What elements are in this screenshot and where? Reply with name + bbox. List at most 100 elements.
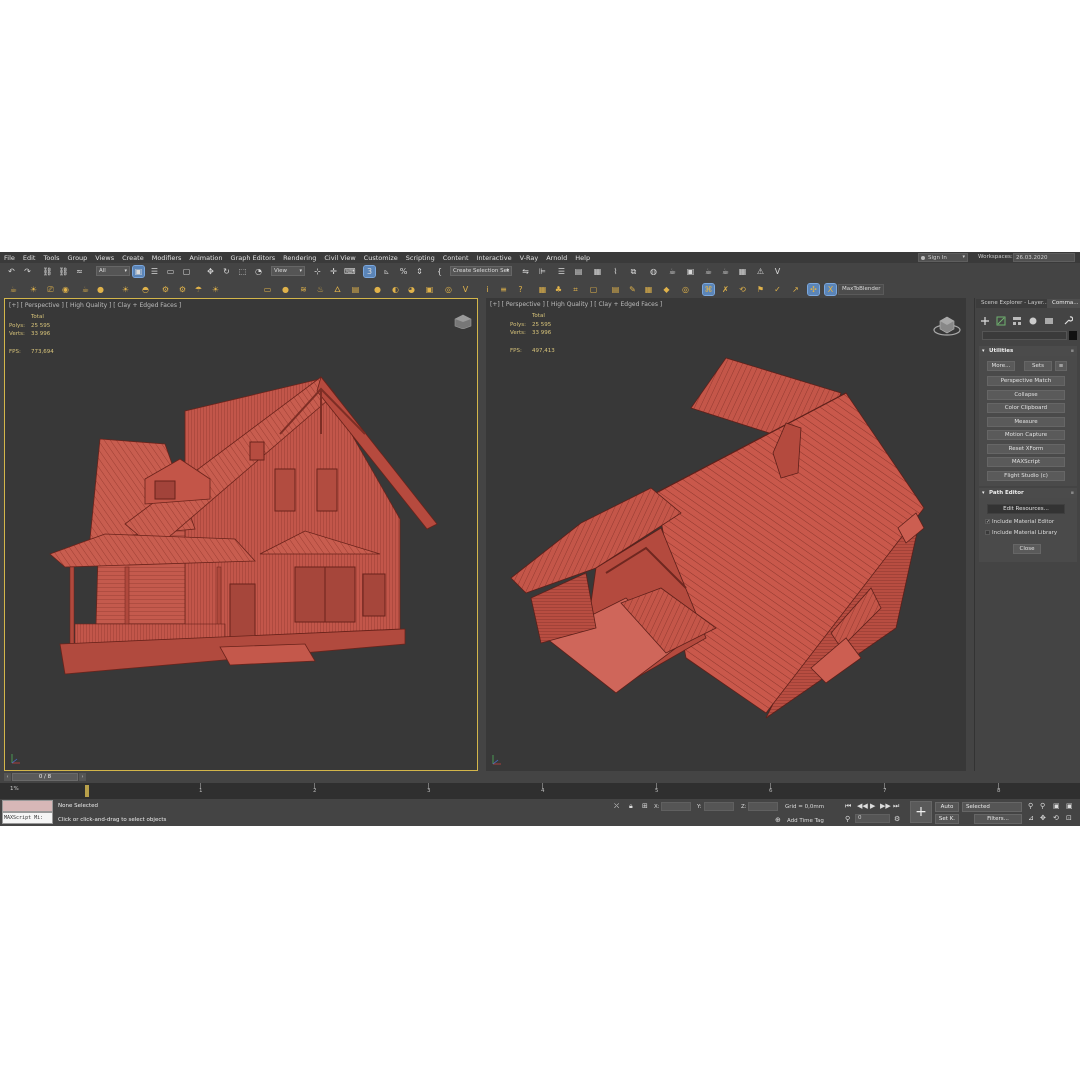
window-crossing-icon[interactable]: ▢ bbox=[181, 266, 192, 277]
warning-icon[interactable]: ⚠ bbox=[755, 266, 766, 277]
mirror-icon[interactable]: ⇋ bbox=[520, 266, 531, 277]
menu-arnold[interactable]: Arnold bbox=[542, 254, 571, 262]
image-icon[interactable]: ▣ bbox=[424, 284, 435, 295]
fur-icon[interactable]: ♨ bbox=[315, 284, 326, 295]
fire-icon[interactable]: 🜂 bbox=[332, 284, 343, 295]
color-icon[interactable]: ◕ bbox=[406, 284, 417, 295]
zoom-extents-icon[interactable]: ▣ bbox=[1053, 802, 1060, 810]
motion-icon[interactable] bbox=[1028, 316, 1038, 326]
sun-icon[interactable]: ☀ bbox=[120, 284, 131, 295]
modify-icon[interactable] bbox=[996, 316, 1006, 326]
zoom-all-icon[interactable]: ⚲ bbox=[1040, 802, 1045, 810]
menu-rendering[interactable]: Rendering bbox=[279, 254, 320, 262]
viewport-left[interactable]: [+] [ Perspective ] [ High Quality ] [ C… bbox=[4, 298, 478, 771]
settings-icon[interactable]: ⚙ bbox=[177, 284, 188, 295]
spinner-snap-icon[interactable]: ⇕ bbox=[414, 266, 425, 277]
script-icon[interactable]: ▤ bbox=[610, 284, 621, 295]
sphere-gray-icon[interactable]: ● bbox=[280, 284, 291, 295]
rect-selection-region-icon[interactable]: ▭ bbox=[165, 266, 176, 277]
next-frame-icon[interactable]: › bbox=[79, 773, 86, 781]
node-icon[interactable]: ✣ bbox=[807, 283, 820, 296]
toggle-ribbon-icon[interactable]: ▦ bbox=[592, 266, 603, 277]
tab-command-panel[interactable]: Comma... bbox=[1047, 299, 1080, 308]
utility-perspective-match-button[interactable]: Perspective Match bbox=[987, 376, 1065, 386]
house-model-aerial-view[interactable] bbox=[486, 298, 966, 771]
go-to-end-icon[interactable]: ⏭ bbox=[893, 802, 899, 810]
maxscript-listener[interactable]: MAXScript Mi: bbox=[2, 800, 53, 824]
render-production-icon[interactable]: ☕ bbox=[703, 266, 714, 277]
menu-create[interactable]: Create bbox=[118, 254, 148, 262]
align-icon[interactable]: ⊫ bbox=[537, 266, 548, 277]
play-icon[interactable]: ▶ bbox=[870, 802, 875, 810]
mark-icon[interactable]: ✓ bbox=[772, 284, 783, 295]
keyboard-shortcut-override-icon[interactable]: ⌨ bbox=[344, 266, 356, 277]
utility-motion-capture-button[interactable]: Motion Capture bbox=[987, 430, 1065, 440]
snaps-toggle-icon[interactable]: 3 bbox=[363, 265, 376, 278]
field-of-view-icon[interactable]: ⊿ bbox=[1028, 814, 1034, 822]
utilities-wrench-icon[interactable] bbox=[1063, 316, 1073, 326]
sign-in-dropdown[interactable]: Sign In bbox=[918, 253, 968, 262]
x-coordinate-field[interactable] bbox=[661, 802, 691, 811]
help-circle-icon[interactable]: ? bbox=[515, 284, 526, 295]
create-plus-icon[interactable] bbox=[980, 316, 990, 326]
isolate-selection-icon[interactable]: ⛌ bbox=[614, 802, 619, 810]
more-button[interactable]: More... bbox=[987, 361, 1015, 371]
select-and-rotate-icon[interactable]: ↻ bbox=[221, 266, 232, 277]
vray-icon[interactable]: V bbox=[772, 266, 783, 277]
house-model-front-view[interactable] bbox=[5, 299, 478, 771]
hierarchy-icon[interactable] bbox=[1012, 316, 1022, 326]
arnold-light-icon[interactable]: ◉ bbox=[60, 284, 71, 295]
select-by-name-icon[interactable]: ☰ bbox=[149, 266, 160, 277]
xref-icon[interactable]: X bbox=[824, 283, 837, 296]
path-editor-rollout-header[interactable]: Path Editor bbox=[979, 488, 1077, 498]
light-mix-icon[interactable]: ◐ bbox=[390, 284, 401, 295]
arrow-icon[interactable]: ↗ bbox=[790, 284, 801, 295]
previous-frame-icon[interactable]: ‹ bbox=[4, 773, 11, 781]
transform-mode-icon[interactable]: ⊞ bbox=[642, 802, 648, 810]
info-icon[interactable]: i bbox=[482, 284, 493, 295]
select-object-icon[interactable]: ▣ bbox=[132, 265, 145, 278]
render-setup-icon[interactable]: ☕ bbox=[667, 266, 678, 277]
toggle-scene-explorer-icon[interactable]: ☰ bbox=[556, 266, 567, 277]
menu-customize[interactable]: Customize bbox=[360, 254, 402, 262]
bind-space-warp-icon[interactable]: ≈ bbox=[74, 266, 85, 277]
diamond-icon[interactable]: ◆ bbox=[661, 284, 672, 295]
utility-collapse-button[interactable]: Collapse bbox=[987, 389, 1065, 400]
menu-modifiers[interactable]: Modifiers bbox=[148, 254, 186, 262]
redo-icon[interactable]: ↷ bbox=[22, 266, 33, 277]
render-iterative-icon[interactable]: ☕ bbox=[720, 266, 731, 277]
curve-editor-icon[interactable]: ⌇ bbox=[610, 266, 621, 277]
percent-snap-icon[interactable]: % bbox=[398, 266, 409, 277]
menu-animation[interactable]: Animation bbox=[185, 254, 226, 262]
camera-icon[interactable]: ⎚ bbox=[45, 284, 56, 295]
render-activeshade-icon[interactable]: ▦ bbox=[737, 266, 748, 277]
tree-icon[interactable]: ♣ bbox=[553, 284, 564, 295]
current-frame-field[interactable]: 0 bbox=[855, 814, 890, 823]
edit-resources-button[interactable]: Edit Resources... bbox=[987, 504, 1065, 514]
auto-key-button[interactable]: Auto bbox=[935, 802, 959, 812]
maxscript-input[interactable]: MAXScript Mi: bbox=[2, 812, 53, 824]
viewport-splitter[interactable] bbox=[478, 298, 486, 771]
sky-icon[interactable]: ☀ bbox=[210, 284, 221, 295]
dome-light-icon[interactable]: ◓ bbox=[140, 284, 151, 295]
time-slider[interactable]: 0 / 8 bbox=[12, 773, 78, 781]
bone-icon[interactable]: ✗ bbox=[720, 284, 731, 295]
selection-lock-icon[interactable]: 🔒︎ bbox=[629, 802, 633, 810]
panel-name-field[interactable] bbox=[982, 331, 1067, 340]
menu-graph-editors[interactable]: Graph Editors bbox=[227, 254, 280, 262]
use-pivot-point-icon[interactable]: ⊹ bbox=[312, 266, 323, 277]
key-filters-button[interactable]: Filters... bbox=[974, 814, 1022, 824]
key-mode-icon[interactable]: ⚲ bbox=[845, 815, 850, 823]
utility-reset-xform-button[interactable]: Reset XForm bbox=[987, 443, 1065, 454]
menu-views[interactable]: Views bbox=[91, 254, 118, 262]
menu-civil-view[interactable]: Civil View bbox=[320, 254, 359, 262]
add-time-tag[interactable]: Add Time Tag bbox=[787, 818, 824, 824]
key-filter-dropdown[interactable]: Selected bbox=[962, 802, 1022, 812]
material-editor-icon[interactable]: ◍ bbox=[648, 266, 659, 277]
y-coordinate-field[interactable] bbox=[704, 802, 734, 811]
workspace-dropdown[interactable]: 26.03.2020 bbox=[1013, 253, 1075, 262]
display-icon[interactable] bbox=[1044, 316, 1054, 326]
hair-icon[interactable]: ≋ bbox=[298, 284, 309, 295]
lamp-icon[interactable]: ☂ bbox=[193, 284, 204, 295]
menu-v-ray[interactable]: V-Ray bbox=[516, 254, 543, 262]
